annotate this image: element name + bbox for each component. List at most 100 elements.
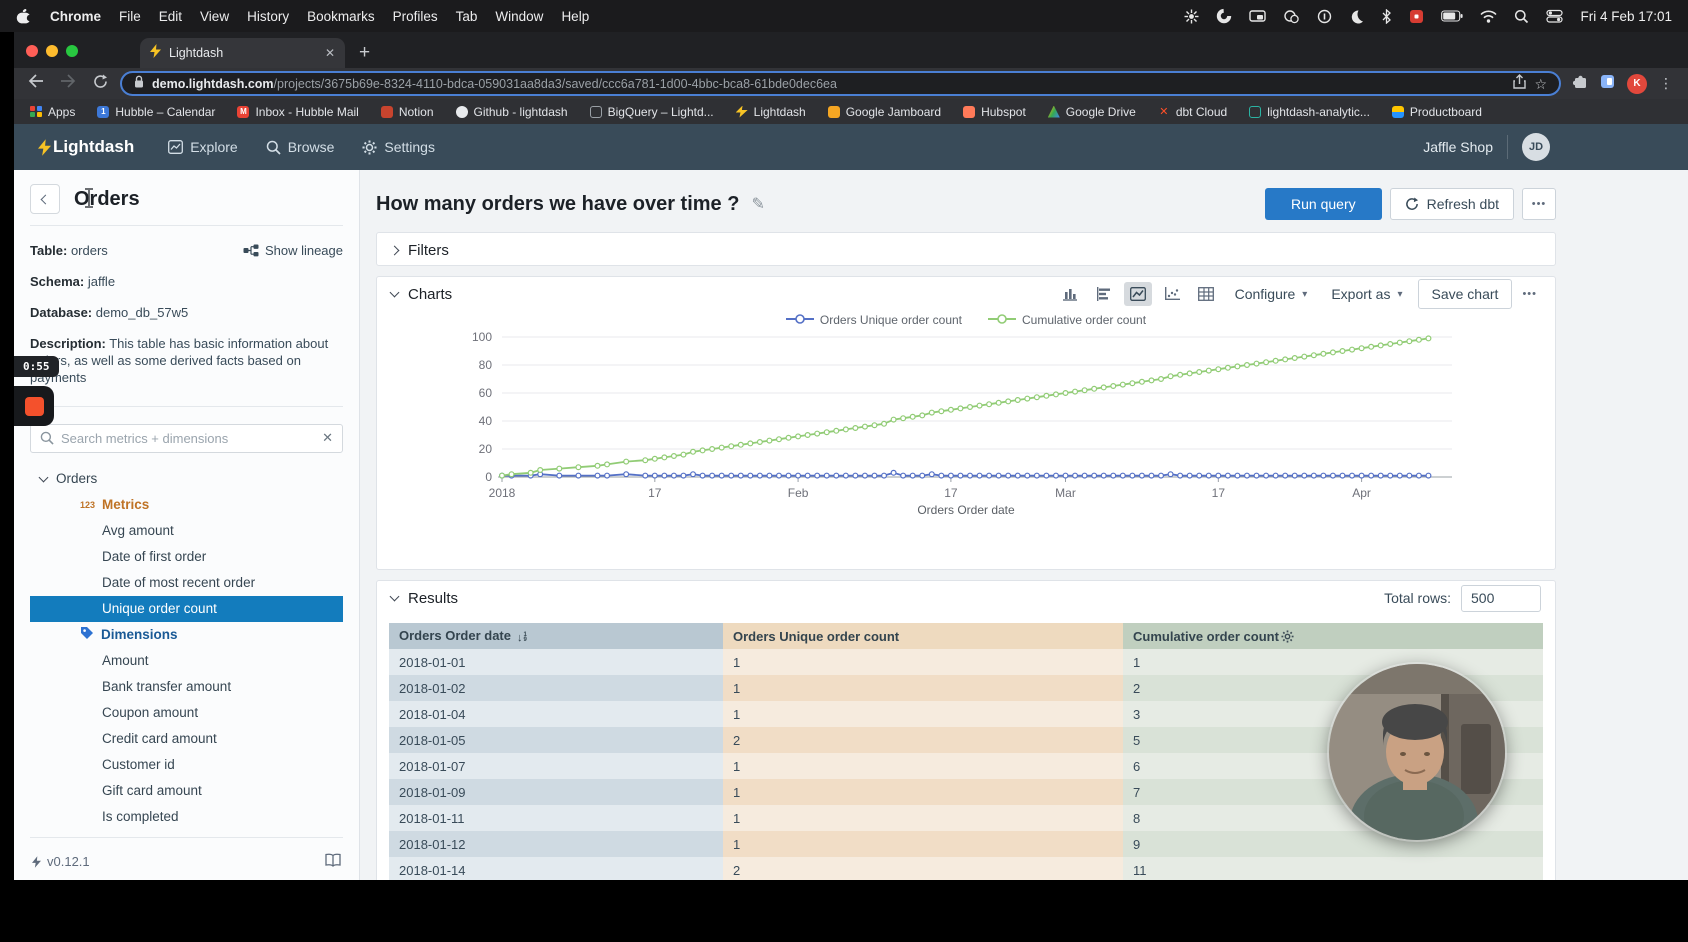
spotlight-search-icon[interactable]	[1514, 9, 1529, 24]
tree-root-orders[interactable]: Orders	[30, 466, 343, 492]
menubar-item-tab[interactable]: Tab	[447, 9, 487, 24]
coins-icon[interactable]	[1283, 9, 1300, 24]
menubar-item-view[interactable]: View	[191, 9, 238, 24]
menubar-item-edit[interactable]: Edit	[150, 9, 191, 24]
url-text[interactable]: demo.lightdash.com/projects/3675b69e-832…	[152, 77, 1505, 91]
minimize-window-button[interactable]	[46, 45, 58, 57]
horizontal-bar-chart-type-button[interactable]	[1090, 282, 1118, 306]
menubar-item-bookmarks[interactable]: Bookmarks	[298, 9, 384, 24]
record-pause-icon[interactable]	[1317, 9, 1332, 24]
menubar-clock[interactable]: Fri 4 Feb 17:01	[1580, 9, 1672, 24]
column-header-cumulative-order-count[interactable]: Cumulative order count	[1123, 623, 1543, 649]
user-avatar[interactable]: JD	[1522, 133, 1550, 161]
bluetooth-icon[interactable]	[1381, 9, 1392, 24]
save-chart-button[interactable]: Save chart	[1418, 279, 1513, 309]
tree-item-bank-transfer-amount[interactable]: Bank transfer amount	[30, 674, 343, 700]
lightdash-logo[interactable]: Lightdash	[38, 137, 134, 157]
total-rows-input[interactable]	[1461, 585, 1541, 612]
bookmark-lightdash[interactable]: Lightdash	[736, 105, 806, 119]
tree-item-gift-card-amount[interactable]: Gift card amount	[30, 778, 343, 804]
tree-item-unique-order-count[interactable]: Unique order count	[30, 596, 343, 622]
bookmark-star-icon[interactable]: ☆	[1534, 77, 1547, 91]
docs-book-icon[interactable]	[325, 853, 341, 870]
column-gear-icon[interactable]	[1281, 630, 1294, 643]
edit-title-icon[interactable]: ✎	[751, 194, 764, 214]
bookmark-inbox-hubble-mail[interactable]: MInbox - Hubble Mail	[237, 105, 358, 119]
menubar-item-history[interactable]: History	[238, 9, 298, 24]
nav-settings[interactable]: Settings	[362, 139, 435, 155]
tree-item-credit-card-amount[interactable]: Credit card amount	[30, 726, 343, 752]
url-bar[interactable]: demo.lightdash.com/projects/3675b69e-832…	[120, 71, 1561, 96]
apple-menu-icon[interactable]	[16, 8, 31, 25]
extension-blue-icon[interactable]	[1600, 74, 1615, 94]
browser-tab-lightdash[interactable]: Lightdash ✕	[140, 38, 345, 68]
stop-recording-button[interactable]	[14, 386, 54, 426]
close-window-button[interactable]	[26, 45, 38, 57]
reload-icon[interactable]	[88, 74, 112, 94]
filters-header[interactable]: Filters	[377, 233, 1555, 267]
chrome-menu-icon[interactable]: ⋮	[1659, 75, 1674, 92]
menubar-item-window[interactable]: Window	[486, 9, 552, 24]
back-button[interactable]	[30, 184, 60, 214]
nav-explore[interactable]: Explore	[168, 139, 237, 155]
menubar-item-file[interactable]: File	[110, 9, 150, 24]
tree-item-amount[interactable]: Amount	[30, 648, 343, 674]
tab-close-icon[interactable]: ✕	[325, 46, 335, 60]
table-chart-type-button[interactable]	[1192, 282, 1220, 306]
tree-item-customer-id[interactable]: Customer id	[30, 752, 343, 778]
bookmark-dbt-cloud[interactable]: ✕dbt Cloud	[1158, 105, 1227, 119]
export-as-dropdown[interactable]: Export as▾	[1322, 286, 1411, 302]
bookmark-github-lightdash[interactable]: Github - lightdash	[456, 105, 568, 119]
legend-item-cumulative-order-count[interactable]: Cumulative order count	[988, 313, 1146, 327]
bookmark-lightdash-analytic[interactable]: lightdash-analytic...	[1249, 105, 1370, 119]
tree-item-avg-amount[interactable]: Avg amount	[30, 518, 343, 544]
bookmark-hubspot[interactable]: Hubspot	[963, 105, 1026, 119]
sidecar-display-icon[interactable]	[1249, 9, 1266, 23]
bar-chart-type-button[interactable]	[1056, 282, 1084, 306]
share-icon[interactable]	[1513, 74, 1526, 94]
zoom-window-button[interactable]	[66, 45, 78, 57]
bookmark-google-drive[interactable]: Google Drive	[1048, 105, 1136, 119]
bookmark-hubble-calendar[interactable]: 1Hubble – Calendar	[97, 105, 215, 119]
forward-icon[interactable]	[56, 74, 80, 93]
legend-item-orders-unique-order-count[interactable]: Orders Unique order count	[786, 313, 962, 327]
bookmark-productboard[interactable]: Productboard	[1392, 105, 1482, 119]
title-more-button[interactable]: •••	[1522, 188, 1556, 220]
lock-icon[interactable]	[134, 75, 144, 93]
run-query-button[interactable]: Run query	[1265, 188, 1382, 220]
tree-item-coupon-amount[interactable]: Coupon amount	[30, 700, 343, 726]
configure-dropdown[interactable]: Configure▾	[1226, 286, 1317, 302]
menubar-item-help[interactable]: Help	[552, 9, 598, 24]
bookmark-bigquery-lightd[interactable]: BigQuery – Lightd...	[590, 105, 714, 119]
charts-header[interactable]: Charts	[391, 286, 452, 303]
show-lineage-button[interactable]: Show lineage	[243, 242, 343, 259]
recording-flag-icon[interactable]	[1409, 9, 1424, 24]
wifi-icon[interactable]	[1480, 10, 1497, 23]
tree-group-metrics[interactable]: 123Metrics	[30, 492, 343, 518]
bookmark-google-jamboard[interactable]: Google Jamboard	[828, 105, 941, 119]
tree-group-dimensions[interactable]: Dimensions	[30, 622, 343, 648]
chart-more-button[interactable]: •••	[1518, 288, 1541, 300]
tree-item-date-of-most-recent-order[interactable]: Date of most recent order	[30, 570, 343, 596]
line-chart-type-button[interactable]	[1124, 282, 1152, 306]
results-header[interactable]: Results	[391, 590, 458, 607]
org-name[interactable]: Jaffle Shop	[1423, 139, 1493, 155]
back-icon[interactable]	[24, 74, 48, 93]
nav-browse[interactable]: Browse	[266, 139, 335, 155]
chrome-profile-avatar[interactable]: K	[1627, 74, 1647, 94]
refresh-dbt-button[interactable]: Refresh dbt	[1390, 188, 1514, 220]
moon-dnd-icon[interactable]	[1349, 9, 1364, 24]
column-header-orders-unique-order-count[interactable]: Orders Unique order count	[723, 623, 1123, 649]
control-center-icon[interactable]	[1546, 9, 1563, 23]
extensions-puzzle-icon[interactable]	[1573, 74, 1588, 94]
loom-icon[interactable]	[1216, 8, 1232, 24]
clear-search-icon[interactable]: ✕	[322, 430, 333, 446]
menubar-item-chrome[interactable]: Chrome	[41, 9, 110, 24]
display-settings-icon[interactable]	[1184, 9, 1199, 24]
tree-item-date-of-first-order[interactable]: Date of first order	[30, 544, 343, 570]
bookmark-apps[interactable]: Apps	[30, 105, 75, 119]
search-input[interactable]	[61, 431, 315, 446]
tree-item-is-completed[interactable]: Is completed	[30, 804, 343, 826]
bookmark-notion[interactable]: Notion	[381, 105, 434, 119]
new-tab-button[interactable]: +	[359, 42, 370, 64]
